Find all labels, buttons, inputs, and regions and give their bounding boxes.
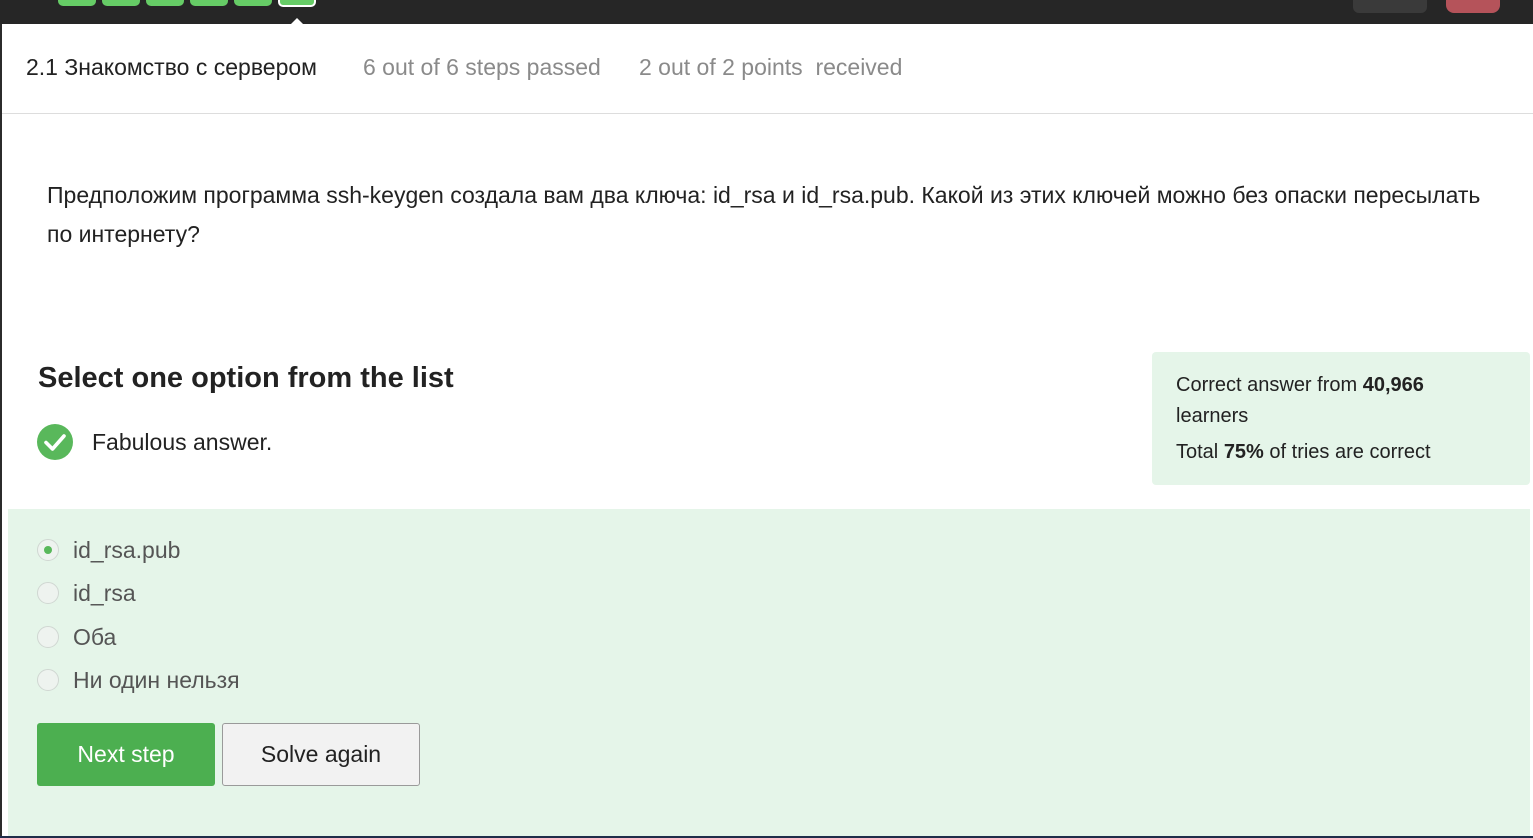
step-tile-6-current[interactable] (278, 0, 316, 7)
points-progress: 2 out of 2 points received (639, 54, 903, 80)
option-label: id_rsa (73, 579, 136, 606)
lesson-title: 2.1 Знакомство с сервером (26, 54, 317, 80)
answer-stats-panel: Correct answer from 40,966 learners Tota… (1152, 352, 1530, 485)
quiz-instruction: Select one option from the list (38, 362, 454, 394)
option-label: Ни один нельзя (73, 666, 240, 693)
stats-percent: 75% (1223, 441, 1264, 463)
radio-button[interactable] (37, 669, 59, 691)
step-tile-2[interactable] (102, 0, 140, 6)
user-avatar-button[interactable] (1446, 0, 1500, 13)
left-divider (0, 24, 2, 838)
option-label: Оба (73, 623, 117, 650)
option-item[interactable]: Ни один нельзя (37, 665, 240, 695)
step-tile-5[interactable] (234, 0, 272, 6)
answer-options-panel: id_rsa.pub id_rsa Оба Ни один нельзя Nex… (8, 509, 1530, 836)
steps-progress: 6 out of 6 steps passed (363, 54, 601, 80)
stats-learners-word: learners (1176, 405, 1249, 427)
radio-button[interactable] (37, 582, 59, 604)
stats-learners-count: 40,966 (1362, 374, 1424, 396)
step-tile-3[interactable] (146, 0, 184, 6)
step-tile-4[interactable] (190, 0, 228, 6)
option-item[interactable]: id_rsa (37, 578, 136, 608)
top-bar-button[interactable] (1353, 0, 1427, 13)
question-text: Предположим программа ssh-keygen создала… (47, 182, 1481, 247)
top-navigation-bar (0, 0, 1533, 24)
radio-button-selected[interactable] (37, 539, 59, 561)
feedback-message: Fabulous answer. (92, 429, 273, 455)
next-step-button[interactable]: Next step (37, 723, 215, 786)
option-item[interactable]: id_rsa.pub (37, 535, 180, 565)
check-circle-icon (37, 424, 73, 460)
stats-total-line: Total 75% of tries are correct (1176, 437, 1506, 468)
stats-prefix: Correct answer from (1176, 374, 1358, 396)
stats-total-prefix: Total (1176, 441, 1219, 463)
option-label: id_rsa.pub (73, 536, 181, 563)
lesson-header: 2.1 Знакомство с сервером 6 out of 6 ste… (2, 24, 1533, 114)
option-item[interactable]: Оба (37, 622, 116, 652)
stats-total-suffix: of tries are correct (1269, 441, 1431, 463)
stats-learners-line: Correct answer from 40,966 learners (1176, 370, 1506, 432)
radio-button[interactable] (37, 626, 59, 648)
solve-again-button[interactable]: Solve again (222, 723, 420, 786)
step-tile-1[interactable] (58, 0, 96, 6)
